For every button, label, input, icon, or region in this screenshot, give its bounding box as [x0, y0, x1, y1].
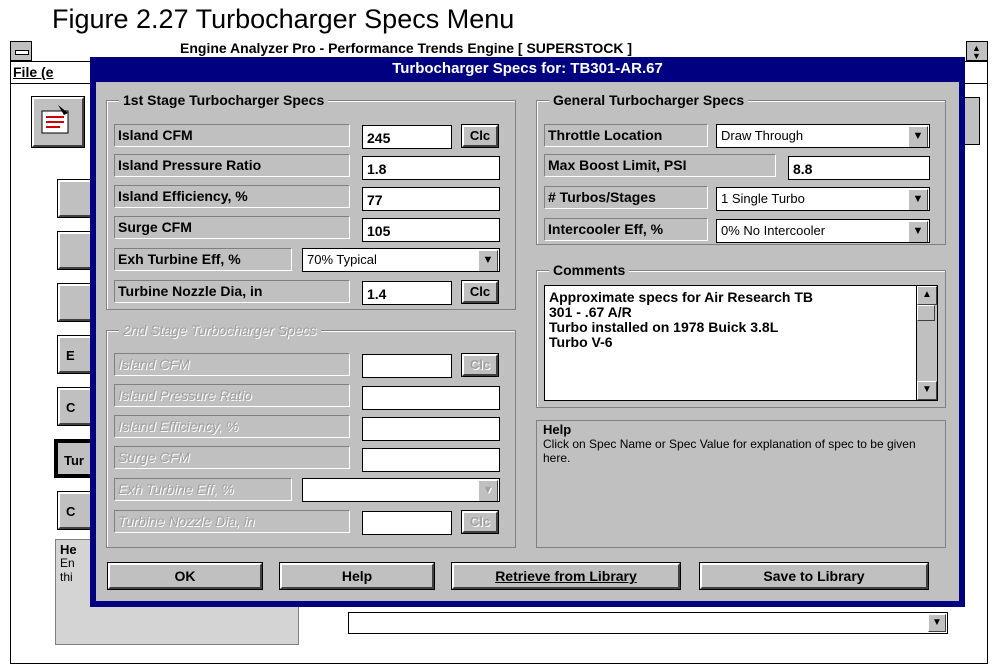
max-boost-field[interactable]: 8.8 — [788, 156, 930, 180]
help-text: Click on Spec Name or Spec Value for exp… — [543, 437, 916, 465]
side-button-4[interactable]: E — [58, 336, 94, 373]
figure-caption: Figure 2.27 Turbocharger Specs Menu — [52, 4, 515, 34]
menu-file[interactable]: File (e — [13, 64, 53, 80]
stage1-exh-turbine-value: 70% Typical — [307, 252, 377, 267]
main-bottom-combo[interactable]: ▼ — [348, 612, 948, 634]
stage2-pressure-ratio-field — [362, 386, 500, 410]
chevron-down-icon: ▼ — [478, 480, 498, 501]
main-help-line-1: En — [60, 556, 75, 570]
stage1-efficiency-label[interactable]: Island Efficiency, % — [114, 185, 350, 208]
chevron-down-icon[interactable]: ▼ — [908, 189, 928, 210]
comment-line-3: Turbo installed on 1978 Buick 3.8L — [549, 319, 779, 335]
side-button-5[interactable]: C — [58, 388, 94, 425]
side-button-1[interactable] — [58, 180, 94, 217]
stage1-exh-turbine-label[interactable]: Exh Turbine Eff, % — [114, 248, 292, 271]
side-button-2[interactable] — [58, 232, 94, 269]
stage1-pressure-ratio-field[interactable]: 1.8 — [362, 156, 500, 180]
main-help-title: He — [60, 542, 77, 557]
dialog-title: Turbocharger Specs for: TB301-AR.67 — [392, 60, 663, 77]
stage2-exh-turbine-combo: ▼ — [302, 478, 500, 502]
scroll-down-icon[interactable]: ▼ — [917, 381, 937, 400]
stage1-nozzle-clc-button[interactable]: Clc — [462, 281, 498, 303]
intercooler-value: 0% No Intercooler — [721, 223, 826, 238]
stage2-nozzle-field — [362, 511, 452, 535]
stage1-nozzle-field[interactable]: 1.4 — [362, 281, 452, 305]
system-menu-icon[interactable] — [10, 41, 32, 61]
stage2-title: 2nd Stage Turbocharger Specs — [119, 322, 321, 338]
scroll-thumb[interactable] — [917, 305, 935, 321]
stage2-efficiency-label: Island Efficiency, % — [114, 415, 350, 438]
comment-line-2: 301 - .67 A/R — [549, 304, 632, 320]
comment-line-4: Turbo V-6 — [549, 334, 613, 350]
stage1-exh-turbine-combo[interactable]: 70% Typical ▼ — [302, 248, 500, 272]
main-help-line-2: thi — [60, 570, 73, 584]
throttle-location-value: Draw Through — [721, 128, 804, 143]
chevron-down-icon[interactable]: ▼ — [478, 250, 498, 271]
side-button-3[interactable] — [58, 284, 94, 321]
throttle-location-label[interactable]: Throttle Location — [544, 124, 708, 147]
chevron-down-icon[interactable]: ▼ — [908, 221, 928, 242]
stage1-title: 1st Stage Turbocharger Specs — [119, 92, 329, 108]
comments-scrollbar[interactable]: ▲ ▼ — [916, 286, 937, 400]
stage1-nozzle-label[interactable]: Turbine Nozzle Dia, in — [114, 280, 350, 303]
stage1-surge-cfm-field[interactable]: 105 — [362, 218, 500, 242]
general-title: General Turbocharger Specs — [549, 92, 749, 108]
restore-icon[interactable]: ▲ ▼ — [966, 41, 988, 61]
side-button-7[interactable]: C — [58, 492, 94, 529]
chevron-down-icon[interactable]: ▼ — [928, 614, 946, 632]
intercooler-label[interactable]: Intercooler Eff, % — [544, 218, 708, 241]
ok-button[interactable]: OK — [108, 563, 262, 589]
turbos-stages-value: 1 Single Turbo — [721, 191, 805, 206]
toolbar-tool-icon[interactable] — [32, 97, 84, 147]
stage2-exh-turbine-label: Exh Turbine Eff, % — [114, 478, 292, 501]
side-button-turbo[interactable]: Tur — [55, 440, 95, 477]
throttle-location-combo[interactable]: Draw Through ▼ — [716, 124, 930, 148]
comments-title: Comments — [549, 262, 630, 278]
comments-textarea[interactable]: Approximate specs for Air Research TB 30… — [544, 285, 938, 401]
stage1-island-cfm-label[interactable]: Island CFM — [114, 124, 350, 147]
help-group: Help Click on Spec Name or Spec Value fo… — [536, 420, 946, 548]
stage1-efficiency-field[interactable]: 77 — [362, 187, 500, 211]
stage2-surge-cfm-label: Surge CFM — [114, 446, 350, 469]
main-window-title: Engine Analyzer Pro - Performance Trends… — [180, 40, 632, 56]
help-title: Help — [543, 422, 572, 437]
intercooler-combo[interactable]: 0% No Intercooler ▼ — [716, 219, 930, 243]
turbos-stages-label[interactable]: # Turbos/Stages — [544, 186, 708, 209]
retrieve-from-library-button[interactable]: Retrieve from Library — [452, 563, 680, 589]
chevron-down-icon[interactable]: ▼ — [908, 126, 928, 147]
stage2-nozzle-label: Turbine Nozzle Dia, in — [114, 510, 350, 533]
stage1-surge-cfm-label[interactable]: Surge CFM — [114, 216, 350, 239]
comment-line-1: Approximate specs for Air Research TB — [549, 289, 814, 305]
stage2-pressure-ratio-label: Island Pressure Ratio — [114, 384, 350, 407]
stage1-island-cfm-field[interactable]: 245 — [362, 125, 452, 149]
stage1-island-cfm-clc-button[interactable]: Clc — [462, 125, 498, 147]
stage1-pressure-ratio-label[interactable]: Island Pressure Ratio — [114, 154, 350, 177]
help-button[interactable]: Help — [280, 563, 434, 589]
turbo-specs-dialog: Turbocharger Specs for: TB301-AR.67 1st … — [90, 57, 965, 607]
stage2-surge-cfm-field — [362, 448, 500, 472]
stage2-island-cfm-field — [362, 354, 452, 378]
stage2-efficiency-field — [362, 417, 500, 441]
max-boost-label[interactable]: Max Boost Limit, PSI — [544, 154, 776, 177]
save-to-library-button[interactable]: Save to Library — [700, 563, 928, 589]
stage2-nozzle-clc-button: Clc — [462, 511, 498, 533]
stage2-island-cfm-clc-button: Clc — [462, 354, 498, 376]
turbos-stages-combo[interactable]: 1 Single Turbo ▼ — [716, 187, 930, 211]
dialog-body: 1st Stage Turbocharger Specs Island CFM … — [96, 82, 959, 601]
stage2-island-cfm-label: Island CFM — [114, 353, 350, 376]
scroll-up-icon[interactable]: ▲ — [917, 286, 937, 305]
